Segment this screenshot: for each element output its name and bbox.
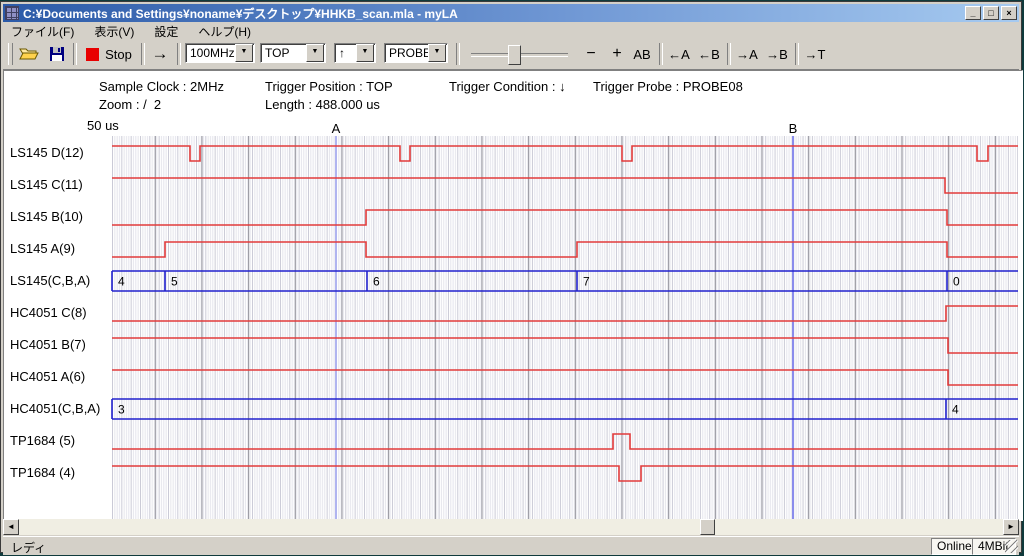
stop-label: Stop: [105, 47, 132, 62]
timebase-label: 50 us: [87, 118, 119, 133]
minimize-button[interactable]: _: [965, 6, 981, 20]
waveform-plot[interactable]: 50 us A B 4 5 6 7 0 3 4: [86, 116, 1018, 520]
signal-label: TP1684 (4): [10, 465, 75, 481]
goto-a-button[interactable]: →A: [733, 43, 761, 65]
bus-value: 4: [118, 275, 125, 289]
signal-label: HC4051 B(7): [10, 337, 86, 353]
menu-file[interactable]: ファイル(F): [3, 22, 82, 41]
bus-value: 4: [952, 403, 959, 417]
stop-button[interactable]: Stop: [81, 43, 137, 65]
status-ready-text: レディ: [11, 539, 46, 556]
chevron-down-icon[interactable]: ▼: [428, 44, 446, 62]
window-title: C:¥Documents and Settings¥noname¥デスクトップ¥…: [23, 5, 963, 22]
signal-label: LS145 C(11): [10, 177, 83, 193]
toolbar-separator: [177, 43, 181, 65]
zoom-out-button[interactable]: −: [579, 43, 603, 65]
chevron-down-icon[interactable]: ▼: [235, 44, 253, 62]
trigger-probe-info: Trigger Probe : PROBE08: [593, 79, 743, 94]
hscroll-thumb[interactable]: [700, 519, 715, 535]
status-online-badge: Online: [931, 538, 975, 555]
scroll-left-button[interactable]: ◄: [3, 519, 19, 535]
signal-label: LS145 D(12): [10, 145, 84, 161]
toolbar-grip: [8, 43, 13, 65]
stop-icon: [86, 48, 99, 61]
toolbar-separator: [73, 43, 77, 65]
horizontal-scrollbar[interactable]: ◄ ►: [3, 519, 1019, 535]
menu-help[interactable]: ヘルプ(H): [190, 22, 259, 41]
open-file-button[interactable]: [17, 43, 41, 65]
goto-b-button[interactable]: →B: [763, 43, 791, 65]
save-button[interactable]: [45, 43, 69, 65]
sample-clock-info: Sample Clock : 2MHz: [99, 79, 224, 94]
close-button[interactable]: ×: [1001, 6, 1017, 20]
bus-value: 6: [373, 275, 380, 289]
move-b-here-button[interactable]: ←B: [695, 43, 723, 65]
bus-value: 5: [171, 275, 178, 289]
statusbar: レディ Online 4MBit: [3, 536, 1019, 555]
menubar: ファイル(F) 表示(V) 設定 ヘルプ(H): [3, 22, 1019, 40]
signal-label: HC4051 C(8): [10, 305, 87, 321]
trigger-edge-value: ↑: [335, 46, 356, 60]
toolbar-separator: [727, 43, 731, 65]
toolbar-separator: [456, 43, 460, 65]
resize-grip[interactable]: [1005, 540, 1018, 553]
menu-view[interactable]: 表示(V): [86, 22, 142, 41]
app-window: C:¥Documents and Settings¥noname¥デスクトップ¥…: [0, 1, 1022, 553]
sample-rate-select[interactable]: 100MHz ▼: [185, 43, 255, 63]
sample-rate-value: 100MHz: [186, 46, 235, 60]
zoom-in-button[interactable]: +: [605, 43, 629, 65]
signal-label: LS145 A(9): [10, 241, 75, 257]
menu-settings[interactable]: 設定: [146, 22, 186, 41]
folder-open-icon: [19, 46, 39, 62]
scroll-right-button[interactable]: ►: [1003, 519, 1019, 535]
app-icon: [5, 6, 19, 20]
capture-view: Sample Clock : 2MHz Trigger Position : T…: [3, 70, 1023, 521]
trigger-position-info: Trigger Position : TOP: [265, 79, 393, 94]
probe-value: PROBE00: [385, 46, 428, 60]
floppy-disk-icon: [49, 46, 65, 62]
signal-label: HC4051 A(6): [10, 369, 85, 385]
bus-value: 0: [953, 275, 960, 289]
run-button[interactable]: →: [147, 43, 173, 65]
toolbar: Stop → 100MHz ▼ TOP ▼ ↑ ▼ PROBE00 ▼ − + …: [3, 40, 1019, 70]
trigger-position-select[interactable]: TOP ▼: [260, 43, 326, 63]
screen: C:¥Documents and Settings¥noname¥デスクトップ¥…: [0, 0, 1024, 556]
ab-button[interactable]: AB: [629, 43, 655, 65]
marker-b-label: B: [789, 121, 798, 136]
signal-label: LS145(C,B,A): [10, 273, 90, 289]
trigger-condition-info: Trigger Condition : ↓: [449, 79, 566, 94]
probe-select[interactable]: PROBE00 ▼: [384, 43, 448, 63]
bus-value: 3: [118, 403, 125, 417]
bus-value: 7: [583, 275, 590, 289]
toolbar-separator: [659, 43, 663, 65]
move-a-here-button[interactable]: ←A: [665, 43, 693, 65]
trigger-position-value: TOP: [261, 46, 306, 60]
marker-a-label: A: [332, 121, 341, 136]
zoom-slider-thumb[interactable]: [508, 45, 521, 65]
goto-trigger-button[interactable]: →T: [801, 43, 829, 65]
toolbar-separator: [795, 43, 799, 65]
length-info: Length : 488.000 us: [265, 97, 380, 112]
chevron-down-icon[interactable]: ▼: [356, 44, 374, 62]
signal-label: LS145 B(10): [10, 209, 83, 225]
chevron-down-icon[interactable]: ▼: [306, 44, 324, 62]
zoom-info: Zoom : / 2: [99, 97, 161, 112]
trigger-edge-select[interactable]: ↑ ▼: [334, 43, 376, 63]
titlebar[interactable]: C:¥Documents and Settings¥noname¥デスクトップ¥…: [3, 4, 1019, 22]
maximize-button[interactable]: □: [983, 6, 999, 20]
toolbar-separator: [141, 43, 145, 65]
signal-label: TP1684 (5): [10, 433, 75, 449]
